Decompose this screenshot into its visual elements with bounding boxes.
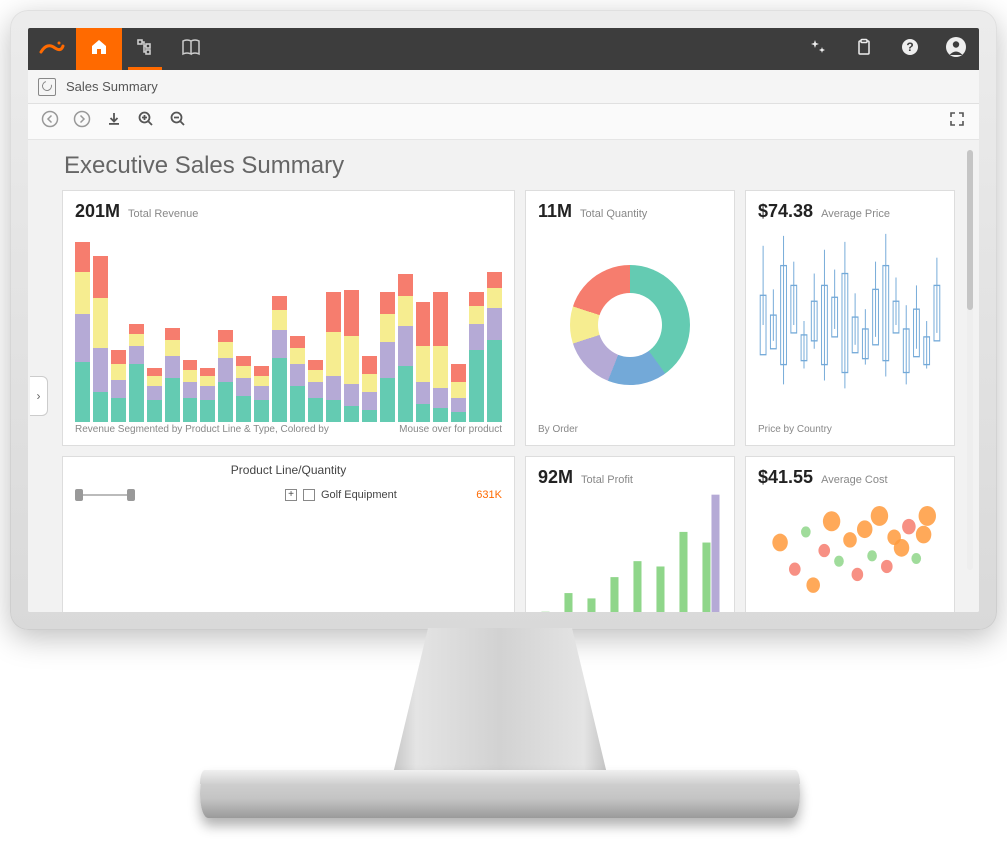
card-product-line: Product Line/Quantity + Golf Equipment — [62, 456, 515, 612]
nav-hierarchy[interactable] — [122, 28, 168, 70]
report-content: › Executive Sales Summary 201M Total Rev… — [28, 140, 979, 612]
chevron-left-icon — [41, 110, 59, 133]
card-avg-price: $74.38 Average Price Price by Country — [745, 190, 955, 446]
scrollbar[interactable] — [967, 150, 973, 570]
quantity-label: Total Quantity — [580, 208, 647, 220]
checkbox-icon[interactable] — [303, 489, 315, 501]
expand-sidebar-button[interactable]: › — [30, 376, 48, 416]
fullscreen-icon — [949, 111, 965, 132]
avgprice-chart[interactable] — [758, 226, 942, 424]
monitor-stand-base — [200, 770, 800, 818]
breadcrumb-title: Sales Summary — [66, 79, 158, 94]
chevron-right-small-icon: › — [37, 389, 41, 403]
next-page-button[interactable] — [68, 108, 96, 136]
top-nav: ? — [28, 28, 979, 70]
avgprice-label: Average Price — [821, 208, 890, 220]
hierarchy-icon — [136, 38, 154, 61]
home-icon — [89, 37, 109, 62]
avgprice-footer: Price by Country — [758, 424, 832, 435]
download-icon — [106, 111, 122, 132]
nav-clipboard[interactable] — [841, 28, 887, 70]
bookmark-icon[interactable] — [38, 78, 56, 96]
nav-book[interactable] — [168, 28, 214, 70]
screen: ? Sales Summary › — [28, 28, 979, 612]
app-logo — [28, 28, 76, 70]
card-revenue: 201M Total Revenue Revenue Segmented by … — [62, 190, 515, 446]
page-title: Executive Sales Summary — [64, 152, 955, 180]
nav-help[interactable]: ? — [887, 28, 933, 70]
zoom-in-icon — [137, 110, 155, 133]
tree-row-golf[interactable]: + Golf Equipment 631K — [285, 485, 502, 505]
zoom-out-icon — [169, 110, 187, 133]
svg-text:?: ? — [906, 40, 913, 54]
book-icon — [181, 38, 201, 61]
product-title: Product Line/Quantity — [75, 463, 502, 477]
prev-page-button[interactable] — [36, 108, 64, 136]
monitor-frame: ? Sales Summary › — [10, 10, 997, 630]
product-slider[interactable] — [75, 489, 135, 501]
help-icon: ? — [900, 37, 920, 62]
card-quantity: 11M Total Quantity By Order — [525, 190, 735, 446]
profit-chart[interactable] — [538, 492, 722, 612]
zoom-in-button[interactable] — [132, 108, 160, 136]
expand-icon[interactable]: + — [285, 489, 297, 501]
tree-row-label: Golf Equipment — [321, 489, 397, 501]
card-profit: 92M Total Profit — [525, 456, 735, 612]
nav-home[interactable] — [76, 28, 122, 70]
report-toolbar — [28, 104, 979, 140]
avgprice-metric: $74.38 — [758, 201, 813, 222]
quantity-metric: 11M — [538, 201, 572, 222]
profit-label: Total Profit — [581, 474, 633, 486]
revenue-footer-left: Revenue Segmented by Product Line & Type… — [75, 424, 329, 435]
revenue-footer-right: Mouse over for product — [399, 424, 502, 435]
avgcost-metric: $41.55 — [758, 467, 813, 488]
revenue-label: Total Revenue — [128, 208, 198, 220]
nav-sparkle[interactable] — [795, 28, 841, 70]
user-icon — [945, 36, 967, 63]
dashboard-grid: 201M Total Revenue Revenue Segmented by … — [62, 190, 955, 612]
zoom-out-button[interactable] — [164, 108, 192, 136]
sparkle-icon — [809, 38, 827, 61]
quantity-footer: By Order — [538, 424, 578, 435]
quantity-chart[interactable] — [570, 265, 690, 385]
monitor-stand-neck — [380, 628, 620, 778]
profit-metric: 92M — [538, 467, 573, 488]
fullscreen-button[interactable] — [943, 108, 971, 136]
clipboard-icon — [855, 38, 873, 61]
revenue-metric: 201M — [75, 201, 120, 222]
revenue-chart[interactable] — [75, 226, 502, 424]
tree-row-value: 631K — [476, 489, 502, 501]
avgcost-chart[interactable] — [758, 492, 942, 612]
breadcrumb-bar: Sales Summary — [28, 70, 979, 104]
avgcost-label: Average Cost — [821, 474, 887, 486]
card-avg-cost: $41.55 Average Cost — [745, 456, 955, 612]
nav-user[interactable] — [933, 28, 979, 70]
chevron-right-icon — [73, 110, 91, 133]
download-button[interactable] — [100, 108, 128, 136]
